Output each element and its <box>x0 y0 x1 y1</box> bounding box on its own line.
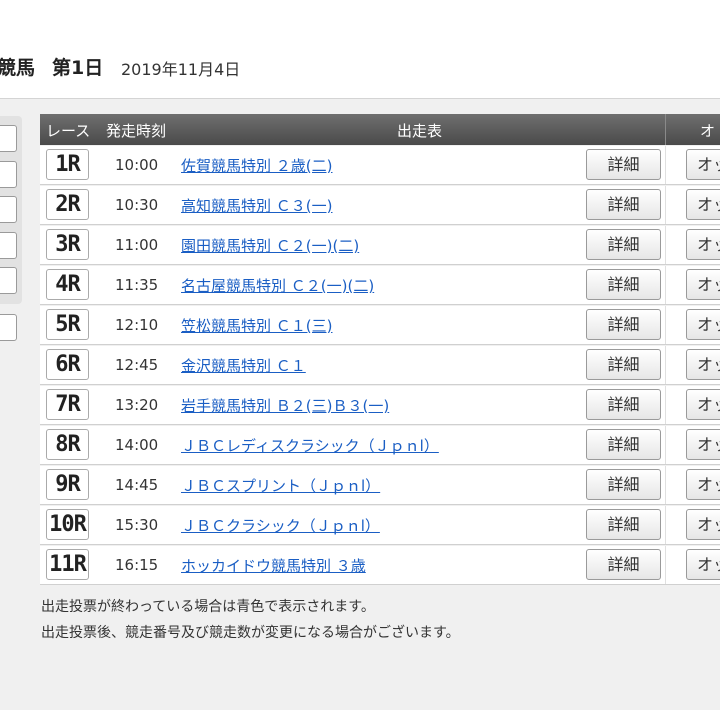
column-divider <box>665 186 666 224</box>
odds-button[interactable]: オッ <box>686 229 720 260</box>
column-race: レース <box>46 122 91 140</box>
odds-button[interactable]: オッ <box>686 269 720 300</box>
side-nav-button-3[interactable] <box>0 196 17 223</box>
column-divider <box>665 346 666 384</box>
race-row: 5R 12:10 笠松競馬特別 Ｃ１(三) 詳細オッ <box>40 306 720 345</box>
detail-button[interactable]: 詳細 <box>586 469 661 500</box>
venue-name: 競馬 <box>0 57 36 79</box>
race-name-link[interactable]: 名古屋競馬特別 Ｃ２(一)(二) <box>181 275 374 296</box>
post-time: 14:00 <box>115 436 159 454</box>
race-row: 3R 11:00 園田競馬特別 Ｃ２(一)(二) 詳細オッ <box>40 226 720 265</box>
odds-button[interactable]: オッ <box>686 349 720 380</box>
detail-button[interactable]: 詳細 <box>586 229 661 260</box>
side-nav-button-1[interactable] <box>0 125 17 152</box>
column-divider <box>665 226 666 264</box>
detail-button[interactable]: 詳細 <box>586 509 661 540</box>
column-entries: 出走表 <box>397 122 443 140</box>
race-name-link[interactable]: 園田競馬特別 Ｃ２(一)(二) <box>181 235 359 256</box>
note-line: 出走投票後、競走番号及び競走数が変更になる場合がございます。 <box>41 625 460 641</box>
odds-button[interactable]: オッ <box>686 389 720 420</box>
detail-button[interactable]: 詳細 <box>586 429 661 460</box>
side-nav-button-4[interactable] <box>0 232 17 259</box>
race-number: 8R <box>46 429 89 460</box>
race-number: 10R <box>46 509 89 540</box>
race-number: 1R <box>46 149 89 180</box>
post-time: 10:30 <box>115 196 159 214</box>
post-time: 15:30 <box>115 516 159 534</box>
meeting-date: 2019年11月4日 <box>121 60 241 79</box>
race-table-header: レース 発走時刻 出走表 オ <box>40 114 720 145</box>
race-name-link[interactable]: ＪＢＣレディスクラシック（Ｊｐｎl） <box>181 435 439 456</box>
post-time: 11:00 <box>115 236 159 254</box>
race-number: 2R <box>46 189 89 220</box>
odds-button[interactable]: オッ <box>686 549 720 580</box>
odds-button[interactable]: オッ <box>686 509 720 540</box>
detail-button[interactable]: 詳細 <box>586 309 661 340</box>
odds-button[interactable]: オッ <box>686 469 720 500</box>
race-number: 5R <box>46 309 89 340</box>
column-odds: オ <box>700 122 716 140</box>
header-divider <box>665 114 666 145</box>
detail-button[interactable]: 詳細 <box>586 149 661 180</box>
race-number: 7R <box>46 389 89 420</box>
race-rows: 1R10:00佐賀競馬特別 ２歳(二)詳細オッ2R10:30高知競馬特別 Ｃ３(… <box>40 146 720 585</box>
column-divider <box>665 466 666 504</box>
race-name-link[interactable]: 高知競馬特別 Ｃ３(一) <box>181 195 332 216</box>
race-row: 9R 14:45 ＪＢＣスプリント（Ｊｐｎl） 詳細オッ <box>40 466 720 505</box>
race-name-link[interactable]: 岩手競馬特別 Ｂ２(三)Ｂ３(一) <box>181 395 389 416</box>
side-nav-button-2[interactable] <box>0 161 17 188</box>
post-time: 13:20 <box>115 396 159 414</box>
race-name-link[interactable]: 金沢競馬特別 Ｃ１ <box>181 355 306 376</box>
race-number: 11R <box>46 549 89 580</box>
detail-button[interactable]: 詳細 <box>586 549 661 580</box>
notes: 出走投票が終わっている場合は青色で表示されます。 出走投票後、競走番号及び競走数… <box>41 594 460 646</box>
post-time: 10:00 <box>115 156 159 174</box>
detail-button[interactable]: 詳細 <box>586 269 661 300</box>
race-table: レース 発走時刻 出走表 オ 1R10:00佐賀競馬特別 ２歳(二)詳細オッ2R… <box>40 114 720 585</box>
column-time: 発走時刻 <box>106 122 167 140</box>
detail-button[interactable]: 詳細 <box>586 389 661 420</box>
race-number: 4R <box>46 269 89 300</box>
detail-button[interactable]: 詳細 <box>586 349 661 380</box>
post-time: 12:45 <box>115 356 159 374</box>
post-time: 12:10 <box>115 316 159 334</box>
odds-button[interactable]: オッ <box>686 309 720 340</box>
column-divider <box>665 426 666 464</box>
odds-button[interactable]: オッ <box>686 189 720 220</box>
odds-button[interactable]: オッ <box>686 429 720 460</box>
column-divider <box>665 546 666 584</box>
race-row: 10R 15:30 ＪＢＣクラシック（Ｊｐｎl） 詳細オッ <box>40 506 720 545</box>
page-header: 競馬 第1日 2019年11月4日 <box>0 0 720 99</box>
post-time: 14:45 <box>115 476 159 494</box>
meeting-day: 第1日 <box>52 57 104 79</box>
race-row: 7R 13:20 岩手競馬特別 Ｂ２(三)Ｂ３(一) 詳細オッ <box>40 386 720 425</box>
column-divider <box>665 386 666 424</box>
side-nav-button-5[interactable] <box>0 267 17 294</box>
race-name-link[interactable]: ホッカイドウ競馬特別 ３歳 <box>181 555 366 576</box>
race-number: 6R <box>46 349 89 380</box>
race-number: 9R <box>46 469 89 500</box>
side-nav-button-6[interactable] <box>0 314 17 341</box>
odds-button[interactable]: オッ <box>686 149 720 180</box>
column-divider <box>665 306 666 344</box>
race-name-link[interactable]: 笠松競馬特別 Ｃ１(三) <box>181 315 332 336</box>
detail-button[interactable]: 詳細 <box>586 189 661 220</box>
note-line: 出走投票が終わっている場合は青色で表示されます。 <box>41 599 375 615</box>
column-divider <box>665 266 666 304</box>
race-number: 3R <box>46 229 89 260</box>
race-row: 8R 14:00 ＪＢＣレディスクラシック（Ｊｐｎl） 詳細オッ <box>40 426 720 465</box>
race-row: 2R 10:30 高知競馬特別 Ｃ３(一) 詳細オッ <box>40 186 720 225</box>
race-row: 11R 16:15 ホッカイドウ競馬特別 ３歳 詳細オッ <box>40 546 720 585</box>
race-name-link[interactable]: ＪＢＣクラシック（Ｊｐｎl） <box>181 515 380 536</box>
post-time: 16:15 <box>115 556 159 574</box>
race-row: 6R 12:45 金沢競馬特別 Ｃ１ 詳細オッ <box>40 346 720 385</box>
race-name-link[interactable]: 佐賀競馬特別 ２歳(二) <box>181 155 332 176</box>
race-name-link[interactable]: ＪＢＣスプリント（Ｊｐｎl） <box>181 475 380 496</box>
race-row: 1R 10:00 佐賀競馬特別 ２歳(二) 詳細オッ <box>40 146 720 185</box>
column-divider <box>665 506 666 544</box>
race-row: 4R 11:35 名古屋競馬特別 Ｃ２(一)(二) 詳細オッ <box>40 266 720 305</box>
column-divider <box>665 146 666 184</box>
post-time: 11:35 <box>115 276 159 294</box>
